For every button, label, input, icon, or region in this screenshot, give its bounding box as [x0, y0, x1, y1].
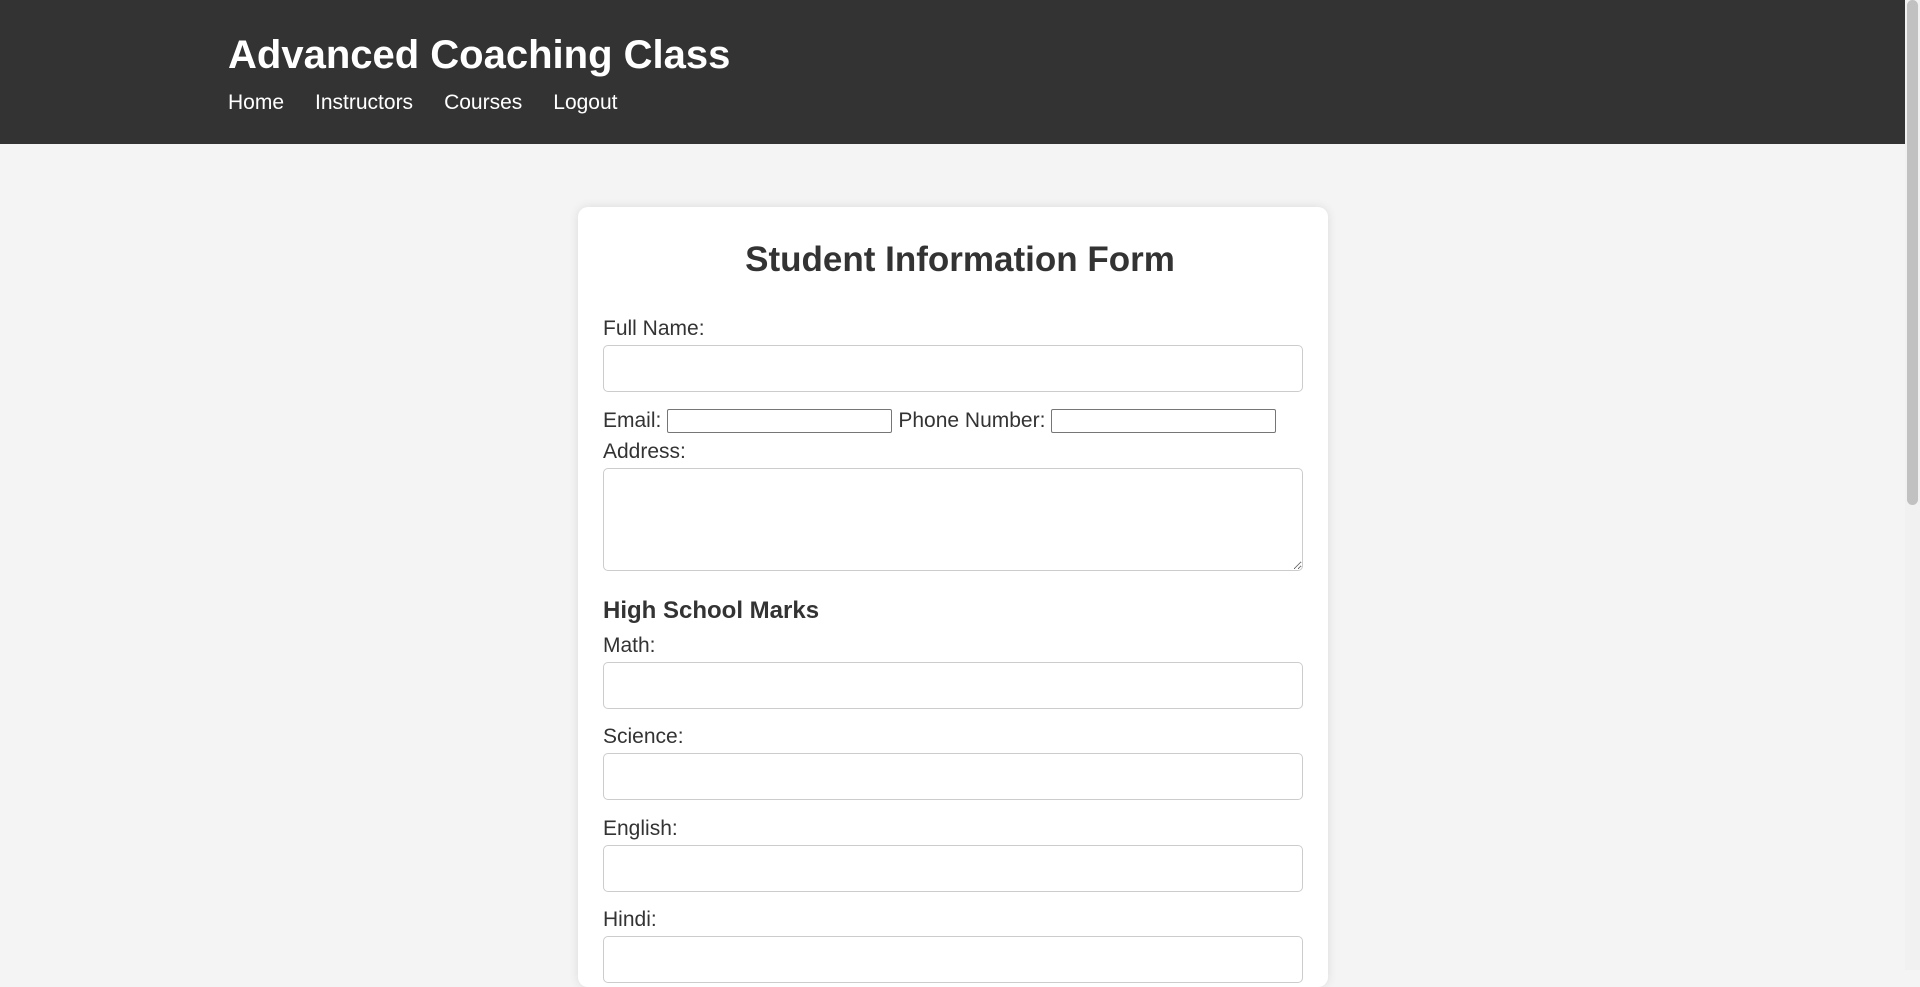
hindi-input[interactable] [603, 936, 1303, 983]
nav-instructors-link[interactable]: Instructors [315, 90, 413, 116]
full-name-label: Full Name: [603, 317, 705, 340]
email-label: Email: [603, 409, 662, 432]
site-title: Advanced Coaching Class [228, 33, 731, 77]
site-header: Advanced Coaching Class Home Instructors… [0, 0, 1905, 144]
hindi-label: Hindi: [603, 908, 657, 931]
marks-heading: High School Marks [603, 597, 820, 624]
scrollbar-thumb[interactable] [1907, 0, 1918, 505]
nav-home-link[interactable]: Home [228, 90, 284, 116]
nav-logout-link[interactable]: Logout [553, 90, 617, 116]
english-input[interactable] [603, 845, 1303, 892]
full-name-input[interactable] [603, 345, 1303, 392]
contact-row: Email: Phone Number: [603, 407, 1282, 435]
page-scrollbar[interactable] [1905, 0, 1920, 970]
address-label: Address: [603, 440, 686, 463]
nav-courses-link[interactable]: Courses [444, 90, 522, 116]
email-input[interactable] [667, 409, 893, 433]
science-label: Science: [603, 725, 684, 748]
form-title: Student Information Form [745, 240, 1175, 279]
phone-label: Phone Number: [898, 409, 1046, 432]
main-nav: Home Instructors Courses Logout [228, 90, 649, 116]
math-label: Math: [603, 634, 656, 657]
address-textarea[interactable] [603, 468, 1303, 571]
english-label: English: [603, 817, 678, 840]
math-input[interactable] [603, 662, 1303, 709]
science-input[interactable] [603, 753, 1303, 800]
phone-input[interactable] [1051, 409, 1277, 433]
